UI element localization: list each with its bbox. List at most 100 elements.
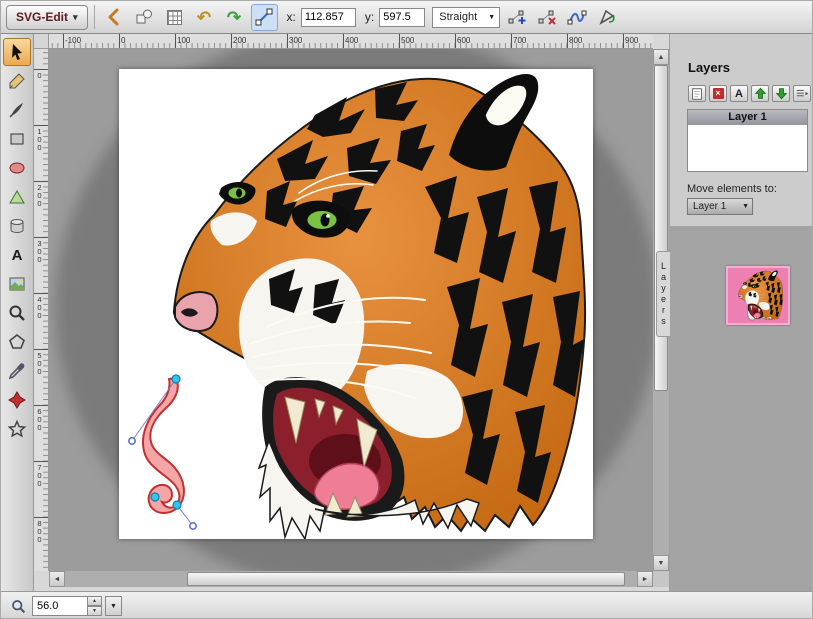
layer-down-button[interactable] (772, 85, 790, 102)
top-ruler: -10001002003004005006007008009001000 (49, 34, 653, 49)
path-tool[interactable] (3, 183, 31, 211)
pentagon-icon (7, 332, 27, 352)
zoom-magnifier-icon (10, 598, 27, 615)
undo-button[interactable]: ↶ (191, 4, 218, 31)
reorient-path-icon (597, 7, 617, 27)
layer-list: Layer 1 (687, 109, 808, 172)
ellipse-icon (7, 158, 27, 178)
y-coordinate-label: y: (365, 10, 374, 24)
zoom-tool[interactable] (3, 299, 31, 327)
horizontal-scroll-thumb[interactable] (187, 572, 625, 586)
layer-more-button[interactable] (793, 85, 811, 102)
scroll-down-button[interactable]: ▼ (653, 555, 669, 571)
main-menu-button[interactable]: SVG-Edit ▾ (6, 5, 88, 30)
shape-library-button[interactable] (131, 4, 158, 31)
layer-row-selected[interactable]: Layer 1 (688, 110, 807, 125)
link-control-points-icon (254, 7, 274, 27)
segment-type-select[interactable]: Straight ▼ (432, 7, 500, 28)
left-ruler: 0100200300400500600700800 (34, 49, 49, 571)
scroll-right-button[interactable]: ► (637, 571, 653, 587)
y-coordinate-input[interactable] (379, 8, 425, 27)
path-edit-overlay (119, 69, 593, 539)
pencil-tool[interactable] (3, 67, 31, 95)
ruler-corner (34, 34, 49, 49)
pen-icon (7, 100, 27, 120)
new-layer-icon (690, 87, 704, 101)
control-handle-point[interactable] (129, 438, 135, 444)
tool-palette: A (1, 34, 34, 591)
text-tool[interactable]: A (3, 241, 31, 269)
new-layer-button[interactable] (688, 85, 706, 102)
red-ornament-icon (7, 390, 27, 410)
document-thumbnail[interactable] (726, 266, 790, 325)
delete-layer-icon: × (713, 88, 724, 99)
move-elements-value: Layer 1 (693, 201, 726, 212)
rename-layer-icon: A (735, 88, 743, 100)
select-caret-icon: ▼ (742, 203, 749, 210)
shapelib-tool[interactable] (3, 212, 31, 240)
star-tool[interactable] (3, 415, 31, 443)
grid-view-button[interactable] (161, 4, 188, 31)
layer-down-icon (775, 87, 788, 100)
x-coordinate-input[interactable] (301, 8, 356, 27)
eyedropper-icon (7, 361, 27, 381)
vertical-scroll-thumb[interactable] (654, 65, 668, 391)
pencil-icon (7, 71, 27, 91)
control-handle-line (132, 379, 176, 441)
image-icon (7, 274, 27, 294)
toolbar-divider (94, 5, 95, 29)
path-node-point[interactable] (151, 493, 159, 501)
scroll-left-button[interactable]: ◄ (49, 571, 65, 587)
scroll-left-icon: ◄ (54, 576, 61, 583)
x-coordinate-label: x: (287, 10, 296, 24)
zoom-level-input[interactable] (32, 596, 88, 616)
image-tool[interactable] (3, 270, 31, 298)
layers-panel-title: Layers (688, 60, 813, 75)
ellipse-tool[interactable] (3, 154, 31, 182)
zoom-increase-button[interactable]: ▲ (88, 596, 102, 606)
gradient-tool[interactable] (3, 386, 31, 414)
eyedropper-tool[interactable] (3, 357, 31, 385)
open-path-icon (567, 7, 587, 27)
delete-node-button[interactable] (533, 4, 560, 31)
rect-tool[interactable] (3, 125, 31, 153)
zoom-spinner: ▲ ▼ (88, 596, 102, 616)
drawing-canvas[interactable] (119, 69, 593, 539)
shapes-icon (134, 7, 154, 27)
horizontal-scrollbar: ◄ ► (49, 571, 653, 587)
triangle-icon (7, 187, 27, 207)
layers-side-tab[interactable]: Layers (656, 251, 670, 337)
layers-panel-lower (670, 226, 813, 591)
redo-icon: ↷ (227, 9, 241, 26)
redo-button[interactable]: ↷ (221, 4, 248, 31)
import-image-button[interactable] (101, 4, 128, 31)
zoom-preset-dropdown[interactable]: ▼ (105, 596, 122, 616)
zoom-decrease-button[interactable]: ▼ (88, 606, 102, 616)
control-handle-point[interactable] (190, 523, 196, 529)
layer-up-icon (754, 87, 767, 100)
scrollbar-corner (653, 571, 669, 587)
text-tool-icon: A (12, 247, 23, 264)
main-toolbar: SVG-Edit ▾ ↶ ↷ (1, 1, 813, 34)
edited-path[interactable] (143, 378, 184, 513)
app-title: SVG-Edit (16, 10, 68, 24)
reorient-path-button[interactable] (593, 4, 620, 31)
open-path-button[interactable] (563, 4, 590, 31)
rename-layer-button[interactable]: A (730, 85, 748, 102)
delete-layer-button[interactable]: × (709, 85, 727, 102)
line-tool[interactable] (3, 96, 31, 124)
select-tool[interactable] (3, 38, 31, 66)
link-control-points-toggle[interactable] (251, 4, 278, 31)
path-node-point[interactable] (172, 375, 180, 383)
layer-more-icon (795, 87, 809, 101)
layer-up-button[interactable] (751, 85, 769, 102)
menu-caret-icon: ▾ (73, 12, 78, 23)
status-bar: ▲ ▼ ▼ (1, 591, 813, 619)
select-arrow-icon (7, 42, 27, 62)
polygon-tool[interactable] (3, 328, 31, 356)
add-node-button[interactable] (503, 4, 530, 31)
move-elements-select[interactable]: Layer 1 ▼ (687, 198, 753, 215)
path-node-point[interactable] (173, 501, 181, 509)
scroll-up-button[interactable]: ▲ (653, 49, 669, 65)
star-icon (7, 419, 27, 439)
